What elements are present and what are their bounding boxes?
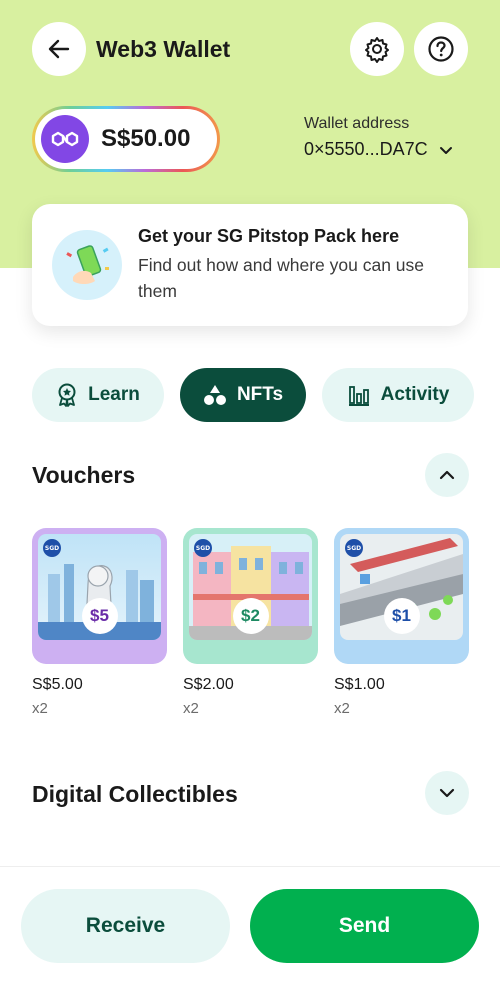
voucher-item[interactable]: SGD $1 S$1.00 x2 <box>334 528 469 717</box>
voucher-quantity: x2 <box>334 700 350 717</box>
tab-activity[interactable]: Activity <box>322 368 474 422</box>
voucher-badge: $1 <box>383 598 420 634</box>
chevron-down-icon <box>439 146 452 154</box>
tab-nfts[interactable]: NFTs <box>180 368 306 422</box>
train-street-artwork: SGD $1 <box>340 534 463 640</box>
voucher-badge: $2 <box>232 598 269 634</box>
receive-button[interactable]: Receive <box>21 889 230 963</box>
help-button[interactable] <box>414 22 468 76</box>
voucher-list: SGD $5 S$5.00 x2 SGD $2 S$2.00 x2 SGD $1… <box>32 528 472 717</box>
balance-pill[interactable]: S$50.00 <box>32 106 220 172</box>
bar-chart-icon <box>348 386 369 406</box>
tab-learn[interactable]: Learn <box>32 368 164 422</box>
tab-nfts-label: NFTs <box>236 384 284 405</box>
sgd-logo-icon: SGD <box>345 539 363 557</box>
question-icon <box>428 36 454 62</box>
tab-learn-label: Learn <box>88 384 140 405</box>
digital-collectibles-title: Digital Collectibles <box>32 781 238 807</box>
promo-subtitle: Find out how and where you can use them <box>138 255 425 301</box>
voucher-quantity: x2 <box>32 700 48 717</box>
tab-bar: Learn NFTs Activity <box>32 368 474 422</box>
bottom-action-bar: Receive Send <box>0 866 500 988</box>
send-button[interactable]: Send <box>250 889 479 963</box>
wallet-address[interactable]: Wallet address 0×5550...DA7C <box>304 115 474 160</box>
collectibles-expand-button[interactable] <box>425 771 469 815</box>
voucher-badge: $5 <box>81 598 118 634</box>
merlion-artwork: SGD $5 <box>38 534 161 640</box>
settings-button[interactable] <box>350 22 404 76</box>
balance-amount: S$50.00 <box>101 125 191 152</box>
voucher-price: S$2.00 <box>183 676 234 693</box>
voucher-item[interactable]: SGD $2 S$2.00 x2 <box>183 528 318 717</box>
voucher-quantity: x2 <box>183 700 199 717</box>
promo-title: Get your SG Pitstop Pack here <box>138 226 400 246</box>
phone-illustration-icon <box>52 230 122 300</box>
chevron-down-icon <box>439 788 455 798</box>
voucher-price: S$5.00 <box>32 676 83 693</box>
vouchers-title: Vouchers <box>32 462 136 488</box>
voucher-card: SGD $1 <box>334 528 469 664</box>
pitstop-pack-card[interactable]: Get your SG Pitstop Pack here Find out h… <box>32 204 468 326</box>
voucher-card: SGD $5 <box>32 528 167 664</box>
sgd-logo-icon: SGD <box>194 539 212 557</box>
voucher-item[interactable]: SGD $5 S$5.00 x2 <box>32 528 167 717</box>
shapes-icon <box>203 385 226 405</box>
shophouse-artwork: SGD $2 <box>189 534 312 640</box>
vouchers-collapse-button[interactable] <box>425 453 469 497</box>
wallet-address-label: Wallet address <box>304 115 410 132</box>
voucher-card: SGD $2 <box>183 528 318 664</box>
polygon-icon <box>41 115 89 163</box>
page-title: Web3 Wallet <box>96 35 231 62</box>
tab-activity-label: Activity <box>380 384 450 405</box>
arrow-left-icon <box>48 39 70 59</box>
voucher-price: S$1.00 <box>334 676 385 693</box>
back-button[interactable] <box>32 22 86 76</box>
badge-icon <box>58 383 76 407</box>
wallet-address-value: 0×5550...DA7C <box>304 139 428 159</box>
sgd-logo-icon: SGD <box>43 539 61 557</box>
app-header: Web3 Wallet <box>32 22 468 76</box>
gear-icon <box>365 37 389 63</box>
chevron-up-icon <box>439 470 455 480</box>
